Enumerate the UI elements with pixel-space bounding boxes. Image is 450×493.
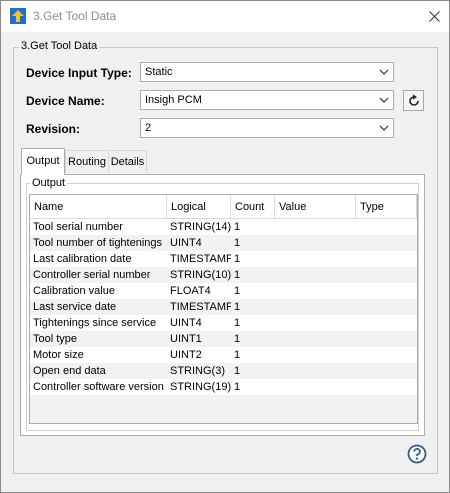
cell-logical: UINT1 [170,333,202,345]
cell-value [275,331,356,347]
cell-count: 1 [234,349,241,361]
close-button[interactable] [419,1,449,32]
cell-value [275,219,356,235]
cell-name: Open end data [33,365,106,377]
cell-type [356,267,417,283]
cell-value [275,347,356,363]
chevron-down-icon [379,97,389,103]
cell-logical: STRING(19) [170,381,231,393]
cell-logical: UINT4 [170,317,202,329]
cell-value [275,315,356,331]
cell-name: Controller software version [33,381,164,393]
table-row[interactable]: Open end data STRING(3) 1 [30,363,417,379]
cell-name: Tightenings since service [33,317,157,329]
tab-details[interactable]: Details [108,150,147,173]
revision-label: Revision: [26,122,81,136]
close-icon [428,11,440,22]
table-row[interactable]: Controller software version STRING(19) 1 [30,379,417,395]
cell-name: Tool serial number [33,221,123,233]
chevron-down-icon [379,69,389,75]
revision-value: 2 [145,122,152,134]
cell-count: 1 [234,269,241,281]
cell-type [356,251,417,267]
cell-count: 1 [234,285,241,297]
cell-logical: TIMESTAMP [170,253,231,265]
device-name-value: Insigh PCM [145,94,202,106]
cell-name: Tool number of tightenings [33,237,163,249]
cell-count: 1 [234,301,241,313]
tab-output[interactable]: Output [21,148,65,175]
table-row[interactable]: Tool serial number STRING(14) 1 [30,219,417,235]
cell-type [356,379,417,395]
cell-logical: FLOAT4 [170,285,211,297]
cell-name: Last calibration date [33,253,132,265]
chevron-down-icon [379,125,389,131]
table-row[interactable]: Tool number of tightenings UINT4 1 [30,235,417,251]
cell-logical: STRING(3) [170,365,225,377]
cell-value [275,283,356,299]
cell-name: Tool type [33,333,78,345]
device-name-label: Device Name: [26,94,105,108]
table-row[interactable]: Motor size UINT2 1 [30,347,417,363]
cell-type [356,235,417,251]
device-name-select[interactable]: Insigh PCM [140,90,394,110]
table-row[interactable]: Last service date TIMESTAMP 1 [30,299,417,315]
cell-type [356,299,417,315]
column-header-value[interactable]: Value [275,195,356,219]
table-row[interactable]: Tightenings since service UINT4 1 [30,315,417,331]
column-header-logical[interactable]: Logical [167,195,231,219]
cell-count: 1 [234,333,241,345]
output-table[interactable]: Name Logical Count Value Type Tool seria… [29,194,418,424]
cell-name: Controller serial number [33,269,151,281]
column-header-type[interactable]: Type [356,195,417,219]
cell-name: Motor size [33,349,84,361]
table-row[interactable]: Calibration value FLOAT4 1 [30,283,417,299]
cell-value [275,379,356,395]
app-arrow-icon [10,8,26,24]
cell-count: 1 [234,221,241,233]
cell-count: 1 [234,253,241,265]
device-input-type-value: Static [145,66,173,78]
help-icon[interactable] [407,444,427,464]
title-bar: 3.Get Tool Data [1,1,449,32]
cell-type [356,363,417,379]
cell-type [356,347,417,363]
group-legend: 3.Get Tool Data [19,40,100,52]
cell-logical: UINT2 [170,349,202,361]
cell-logical: STRING(14) [170,221,231,233]
refresh-icon [408,94,419,106]
cell-logical: STRING(10) [170,269,231,281]
table-row[interactable]: Controller serial number STRING(10) 1 [30,267,417,283]
revision-select[interactable]: 2 [140,118,394,138]
cell-type [356,283,417,299]
table-row[interactable]: Tool type UINT1 1 [30,331,417,347]
cell-count: 1 [234,317,241,329]
cell-count: 1 [234,381,241,393]
refresh-button[interactable] [403,90,424,111]
cell-count: 1 [234,237,241,249]
cell-name: Last service date [33,301,117,313]
cell-name: Calibration value [33,285,115,297]
cell-count: 1 [234,365,241,377]
cell-type [356,219,417,235]
device-input-type-label: Device Input Type: [26,66,132,80]
cell-value [275,235,356,251]
window-title: 3.Get Tool Data [33,9,117,23]
output-legend: Output [30,177,68,189]
cell-type [356,315,417,331]
column-header-name[interactable]: Name [30,195,167,219]
column-header-count[interactable]: Count [231,195,275,219]
cell-type [356,331,417,347]
cell-value [275,363,356,379]
cell-value [275,299,356,315]
cell-value [275,267,356,283]
cell-value [275,251,356,267]
cell-logical: TIMESTAMP [170,301,231,313]
cell-logical: UINT4 [170,237,202,249]
device-input-type-select[interactable]: Static [140,62,394,82]
table-header: Name Logical Count Value Type [30,195,417,219]
table-row[interactable]: Last calibration date TIMESTAMP 1 [30,251,417,267]
tab-routing[interactable]: Routing [65,150,109,173]
